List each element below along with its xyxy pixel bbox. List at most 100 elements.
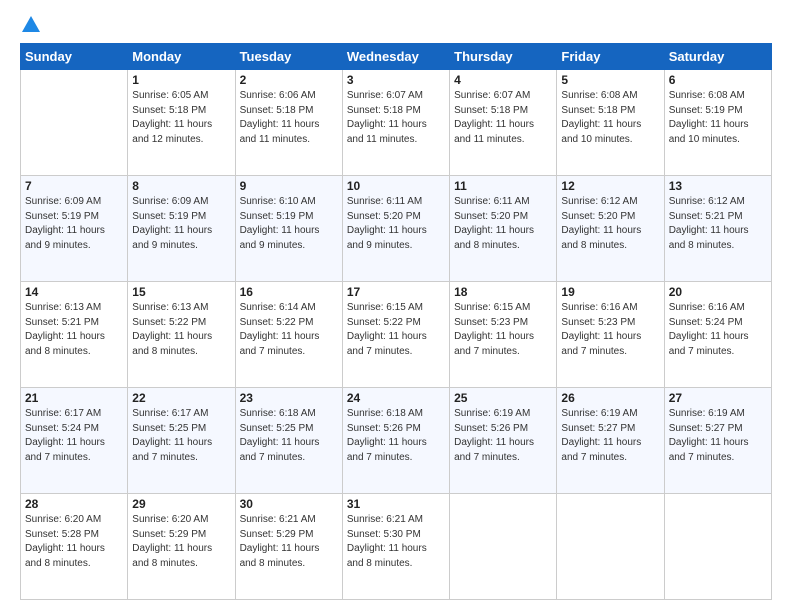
table-row: 27 Sunrise: 6:19 AMSunset: 5:27 PMDayligh… (664, 388, 771, 494)
day-info: Sunrise: 6:16 AM Sunset: 5:24 PM Daylight:… (669, 301, 767, 359)
daylight-label: Daylight: 11 hours and 11 minutes. (347, 119, 427, 145)
logo-triangle-icon (22, 16, 40, 37)
table-row: 24Sunrise: 6:18 AMSunset: 5:26 PMDayligh… (342, 388, 449, 494)
sunset-label: Sunset: 5:21 PM (25, 317, 99, 328)
sunset-label: Sunset: 5:18 PM (347, 105, 421, 116)
sunset-label: Sunset: 5:22 PM (347, 317, 421, 328)
day-info: Sunrise: 6:12 AMSunset: 5:20 PMDaylight:… (561, 195, 659, 253)
day-info: Sunrise: 6:10 AM Sunset: 5:19 PM Daylight:… (240, 195, 338, 253)
sunset-label: Sunset: 5:20 PM (561, 211, 635, 222)
daylight-label: Daylight: 11 hours and 7 minutes. (132, 437, 212, 463)
daylight-label: Daylight: 11 hours and 7 minutes. (240, 437, 320, 463)
daylight-label: Daylight: 11 hours and 7 minutes. (669, 331, 749, 357)
day-number: 4 (454, 73, 552, 87)
daylight-label: Daylight: 11 hours and 9 minutes. (240, 225, 320, 251)
table-row: 4Sunrise: 6:07 AMSunset: 5:18 PMDaylight… (450, 70, 557, 176)
table-row: 3Sunrise: 6:07 AMSunset: 5:18 PMDaylight… (342, 70, 449, 176)
day-number: 7 (25, 179, 123, 193)
day-number: 13 (669, 179, 767, 193)
sunrise-label: Sunrise: 6:20 AM (25, 514, 101, 525)
daylight-label: Daylight: 11 hours and 8 minutes. (25, 331, 105, 357)
table-row: 29 Sunrise: 6:20 AMSunset: 5:29 PMDayligh… (128, 494, 235, 600)
day-info: Sunrise: 6:15 AMSunset: 5:23 PMDaylight:… (454, 301, 552, 359)
day-number: 10 (347, 179, 445, 193)
day-number: 25 (454, 391, 552, 405)
calendar-week-row: 14 Sunrise: 6:13 AM Sunset: 5:21 PM Dayligh… (21, 282, 772, 388)
day-info: Sunrise: 6:06 AMSunset: 5:18 PMDaylight:… (240, 89, 338, 147)
day-info: Sunrise: 6:14 AMSunset: 5:22 PMDaylight:… (240, 301, 338, 359)
sunset-label: Sunset: 5:27 PM (561, 423, 635, 434)
day-info: Sunrise: 6:17 AMSunset: 5:24 PMDaylight:… (25, 407, 123, 465)
day-info: Sunrise: 6:20 AMSunset: 5:28 PMDaylight:… (25, 513, 123, 571)
day-number: 18 (454, 285, 552, 299)
table-row (557, 494, 664, 600)
sunset-label: Sunset: 5:20 PM (347, 211, 421, 222)
sunset-label: Sunset: 5:18 PM (132, 105, 206, 116)
day-info: Sunrise: 6:07 AMSunset: 5:18 PMDaylight:… (347, 89, 445, 147)
day-number: 24 (347, 391, 445, 405)
daylight-label: Daylight: 11 hours and 8 minutes. (347, 543, 427, 569)
sunrise-label: Sunrise: 6:16 AM (669, 302, 745, 313)
day-number: 11 (454, 179, 552, 193)
header-monday: Monday (128, 44, 235, 70)
day-number: 28 (25, 497, 123, 511)
sunrise-label: Sunrise: 6:14 AM (240, 302, 316, 313)
sunset-label: Sunset: 5:26 PM (347, 423, 421, 434)
sunrise-label: Sunrise: 6:19 AM (454, 408, 530, 419)
daylight-label: Daylight: 11 hours and 11 minutes. (240, 119, 320, 145)
sunset-label: Sunset: 5:22 PM (132, 317, 206, 328)
day-info: Sunrise: 6:20 AMSunset: 5:29 PMDaylight:… (132, 513, 230, 571)
sunrise-label: Sunrise: 6:10 AM (240, 196, 316, 207)
day-number: 1 (132, 73, 230, 87)
sunrise-label: Sunrise: 6:06 AM (240, 90, 316, 101)
day-number: 20 (669, 285, 767, 299)
sunrise-label: Sunrise: 6:15 AM (454, 302, 530, 313)
day-info: Sunrise: 6:09 AMSunset: 5:19 PMDaylight:… (132, 195, 230, 253)
sunset-label: Sunset: 5:25 PM (240, 423, 314, 434)
header-tuesday: Tuesday (235, 44, 342, 70)
day-number: 27 (669, 391, 767, 405)
sunset-label: Sunset: 5:23 PM (454, 317, 528, 328)
day-info: Sunrise: 6:19 AMSunset: 5:27 PMDaylight:… (669, 407, 767, 465)
table-row: 26Sunrise: 6:19 AMSunset: 5:27 PMDayligh… (557, 388, 664, 494)
daylight-label: Daylight: 11 hours and 7 minutes. (561, 437, 641, 463)
sunset-label: Sunset: 5:24 PM (669, 317, 743, 328)
day-number: 6 (669, 73, 767, 87)
sunset-label: Sunset: 5:30 PM (347, 529, 421, 540)
sunrise-label: Sunrise: 6:18 AM (240, 408, 316, 419)
day-info: Sunrise: 6:05 AMSunset: 5:18 PMDaylight:… (132, 89, 230, 147)
table-row: 6Sunrise: 6:08 AMSunset: 5:19 PMDaylight… (664, 70, 771, 176)
sunrise-label: Sunrise: 6:13 AM (132, 302, 208, 313)
daylight-label: Daylight: 11 hours and 8 minutes. (669, 225, 749, 251)
day-number: 14 (25, 285, 123, 299)
daylight-label: Daylight: 11 hours and 8 minutes. (240, 543, 320, 569)
day-info: Sunrise: 6:21 AMSunset: 5:29 PMDaylight:… (240, 513, 338, 571)
daylight-label: Daylight: 11 hours and 7 minutes. (347, 331, 427, 357)
table-row: 9Sunrise: 6:10 AMSunset: 5:19 PMDaylight… (235, 176, 342, 282)
header-friday: Friday (557, 44, 664, 70)
sunset-label: Sunset: 5:19 PM (240, 211, 314, 222)
page: Sunday Monday Tuesday Wednesday Thursday… (0, 0, 792, 612)
day-number: 5 (561, 73, 659, 87)
sunset-label: Sunset: 5:18 PM (454, 105, 528, 116)
day-number: 26 (561, 391, 659, 405)
logo (20, 16, 40, 37)
calendar-week-row: 21Sunrise: 6:17 AMSunset: 5:24 PMDayligh… (21, 388, 772, 494)
sunset-label: Sunset: 5:21 PM (669, 211, 743, 222)
table-row: 23Sunrise: 6:18 AMSunset: 5:25 PMDayligh… (235, 388, 342, 494)
table-row (450, 494, 557, 600)
day-number: 17 (347, 285, 445, 299)
day-number: 15 (132, 285, 230, 299)
table-row: 15Sunrise: 6:13 AMSunset: 5:22 PMDayligh… (128, 282, 235, 388)
day-info: Sunrise: 6:13 AM Sunset: 5:21 PM Daylight:… (25, 301, 123, 359)
header-wednesday: Wednesday (342, 44, 449, 70)
sunrise-label: Sunrise: 6:09 AM (132, 196, 208, 207)
sunrise-label: Sunrise: 6:08 AM (669, 90, 745, 101)
sunset-label: Sunset: 5:19 PM (132, 211, 206, 222)
daylight-label: Daylight: 11 hours and 9 minutes. (25, 225, 105, 251)
day-number: 29 (132, 497, 230, 511)
table-row: 19Sunrise: 6:16 AMSunset: 5:23 PMDayligh… (557, 282, 664, 388)
header-saturday: Saturday (664, 44, 771, 70)
sunrise-label: Sunrise: 6:13 AM (25, 302, 101, 313)
table-row: 13Sunrise: 6:12 AMSunset: 5:21 PMDayligh… (664, 176, 771, 282)
